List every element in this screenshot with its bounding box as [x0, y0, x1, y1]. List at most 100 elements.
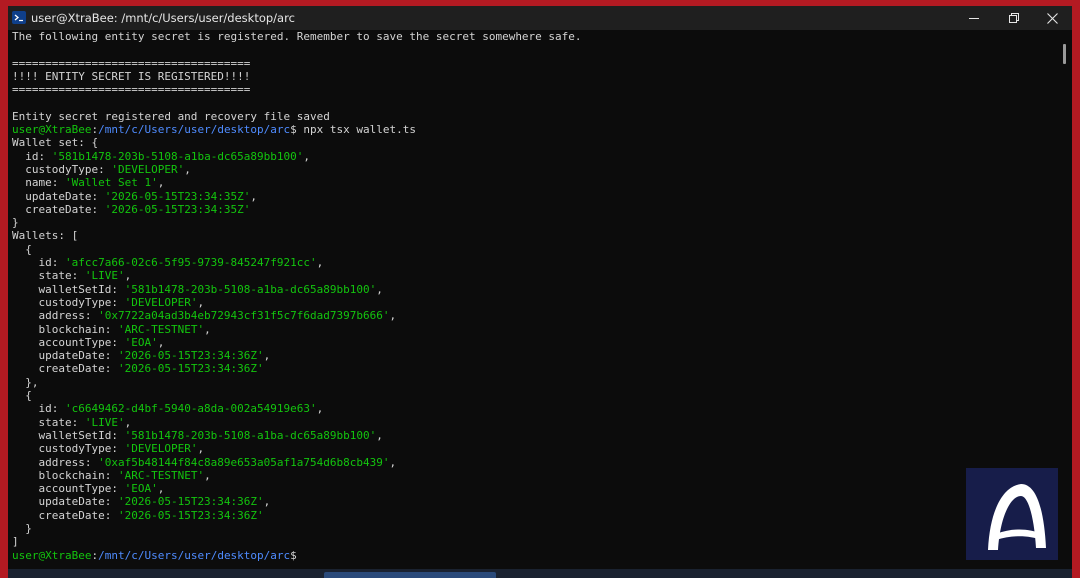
- terminal-line: Entity secret registered and recovery fi…: [12, 110, 1052, 123]
- watermark-logo: [966, 468, 1058, 560]
- terminal-text: ,: [124, 269, 132, 283]
- terminal-window: user@XtraBee: /mnt/c/Users/user/desktop/…: [8, 6, 1072, 569]
- terminal-text: ,: [316, 402, 324, 416]
- terminal-text: user@XtraBee: [12, 548, 92, 562]
- terminal-text: 'DEVELOPER': [124, 442, 198, 456]
- terminal-text: ====================================: [12, 83, 251, 97]
- terminal-text: ,: [204, 322, 211, 336]
- terminal-text: '581b1478-203b-5108-a1ba-dc65a89bb100': [124, 428, 377, 442]
- terminal-text: 'Wallet Set 1': [64, 176, 158, 190]
- terminal-text: address:: [12, 455, 99, 469]
- terminal-text: ,: [376, 282, 383, 296]
- terminal-text: state:: [12, 269, 85, 283]
- terminal-line: id: 'afcc7a66-02c6-5f95-9739-845247f921c…: [12, 256, 1052, 269]
- terminal-line: }: [12, 522, 1052, 535]
- terminal-text: ,: [157, 335, 165, 349]
- terminal-line: user@XtraBee:/mnt/c/Users/user/desktop/a…: [12, 123, 1052, 136]
- close-button[interactable]: [1032, 6, 1072, 30]
- terminal-line: !!!! ENTITY SECRET IS REGISTERED!!!!: [12, 70, 1052, 83]
- terminal-text: /mnt/c/Users/user/desktop/arc: [98, 123, 291, 137]
- terminal-line: Wallet set: {: [12, 136, 1052, 149]
- terminal-text: createDate:: [12, 508, 118, 522]
- terminal-text: '0x7722a04ad3b4eb72943cf31f5c7f6dad7397b…: [98, 309, 390, 323]
- terminal-line: ====================================: [12, 83, 1052, 96]
- terminal-text: The following entity secret is registere…: [12, 30, 582, 43]
- terminal-text: custodyType:: [12, 162, 112, 176]
- terminal-line: ====================================: [12, 57, 1052, 70]
- terminal-text: ,: [389, 309, 397, 323]
- terminal-text: updateDate:: [12, 189, 105, 203]
- terminal-line: accountType: 'EOA',: [12, 482, 1052, 495]
- terminal-output[interactable]: The following entity secret is registere…: [12, 30, 1052, 565]
- minimize-button[interactable]: [954, 6, 994, 30]
- terminal-text: ,: [389, 455, 397, 469]
- terminal-line: custodyType: 'DEVELOPER',: [12, 296, 1052, 309]
- taskbar: [8, 569, 1072, 578]
- terminal-line: updateDate: '2026-05-15T23:34:36Z',: [12, 495, 1052, 508]
- terminal-text: walletSetId:: [12, 428, 125, 442]
- terminal-line: walletSetId: '581b1478-203b-5108-a1ba-dc…: [12, 429, 1052, 442]
- terminal-text: '2026-05-15T23:34:36Z': [117, 495, 264, 509]
- terminal-line: createDate: '2026-05-15T23:34:36Z': [12, 509, 1052, 522]
- close-icon: [1046, 12, 1058, 24]
- title-bar[interactable]: user@XtraBee: /mnt/c/Users/user/desktop/…: [8, 6, 1072, 30]
- terminal-line: updateDate: '2026-05-15T23:34:35Z',: [12, 190, 1052, 203]
- terminal-text: ,: [157, 482, 165, 496]
- terminal-line: id: '581b1478-203b-5108-a1ba-dc65a89bb10…: [12, 150, 1052, 163]
- terminal-text: $ npx tsx wallet.ts: [290, 123, 417, 137]
- terminal-line: createDate: '2026-05-15T23:34:36Z': [12, 362, 1052, 375]
- terminal-text: ,: [184, 162, 191, 176]
- terminal-line: user@XtraBee:/mnt/c/Users/user/desktop/a…: [12, 549, 1052, 562]
- window-title: user@XtraBee: /mnt/c/Users/user/desktop/…: [31, 11, 295, 25]
- terminal-text: '2026-05-15T23:34:35Z': [104, 189, 251, 203]
- terminal-text: 'c6649462-d4bf-5940-a8da-002a54919e63': [64, 402, 317, 416]
- terminal-line: state: 'LIVE',: [12, 416, 1052, 429]
- terminal-text: 'afcc7a66-02c6-5f95-9739-845247f921cc': [64, 256, 317, 270]
- terminal-text: '2026-05-15T23:34:36Z': [117, 508, 264, 522]
- maximize-button[interactable]: [994, 6, 1034, 30]
- terminal-text: },: [12, 375, 39, 389]
- terminal-text: ,: [157, 176, 165, 190]
- terminal-line: name: 'Wallet Set 1',: [12, 176, 1052, 189]
- terminal-text: Entity secret registered and recovery fi…: [12, 109, 330, 123]
- terminal-text: id:: [12, 256, 65, 270]
- terminal-line: ]: [12, 535, 1052, 548]
- terminal-text: id:: [12, 402, 65, 416]
- terminal-text: '2026-05-15T23:34:36Z': [117, 362, 264, 376]
- terminal-line: walletSetId: '581b1478-203b-5108-a1ba-dc…: [12, 283, 1052, 296]
- terminal-line: blockchain: 'ARC-TESTNET',: [12, 469, 1052, 482]
- terminal-text: custodyType:: [12, 442, 125, 456]
- terminal-line: accountType: 'EOA',: [12, 336, 1052, 349]
- terminal-text: createDate:: [12, 202, 105, 216]
- terminal-text: ,: [316, 256, 324, 270]
- terminal-line: {: [12, 243, 1052, 256]
- terminal-line: id: 'c6649462-d4bf-5940-a8da-002a54919e6…: [12, 402, 1052, 415]
- terminal-text: '2026-05-15T23:34:36Z': [117, 349, 264, 363]
- terminal-text: ]: [12, 535, 19, 549]
- terminal-text: updateDate:: [12, 495, 118, 509]
- terminal-text: ,: [124, 415, 132, 429]
- terminal-line: updateDate: '2026-05-15T23:34:36Z',: [12, 349, 1052, 362]
- terminal-text: }: [12, 521, 32, 535]
- terminal-text: ,: [197, 442, 205, 456]
- taskbar-item-active[interactable]: [324, 572, 496, 578]
- terminal-text: 'LIVE': [84, 415, 125, 429]
- terminal-text: {: [12, 389, 32, 403]
- terminal-text: id:: [12, 149, 52, 163]
- terminal-text: ,: [376, 428, 383, 442]
- terminal-text: 'LIVE': [84, 269, 125, 283]
- terminal-text: '0xaf5b48144f84c8a89e653a05af1a754d6b8cb…: [98, 455, 390, 469]
- terminal-line: }: [12, 216, 1052, 229]
- terminal-line: {: [12, 389, 1052, 402]
- scrollbar-thumb[interactable]: [1063, 44, 1066, 64]
- terminal-text: name:: [12, 176, 65, 190]
- terminal-text: Wallet set: {: [12, 136, 99, 150]
- terminal-line: custodyType: 'DEVELOPER',: [12, 163, 1052, 176]
- terminal-text: ,: [263, 349, 271, 363]
- terminal-text: Wallets: [: [12, 229, 79, 243]
- terminal-line: address: '0xaf5b48144f84c8a89e653a05af1a…: [12, 456, 1052, 469]
- maximize-icon: [1008, 12, 1019, 23]
- terminal-text: ,: [204, 468, 211, 482]
- terminal-text: 'EOA': [124, 335, 158, 349]
